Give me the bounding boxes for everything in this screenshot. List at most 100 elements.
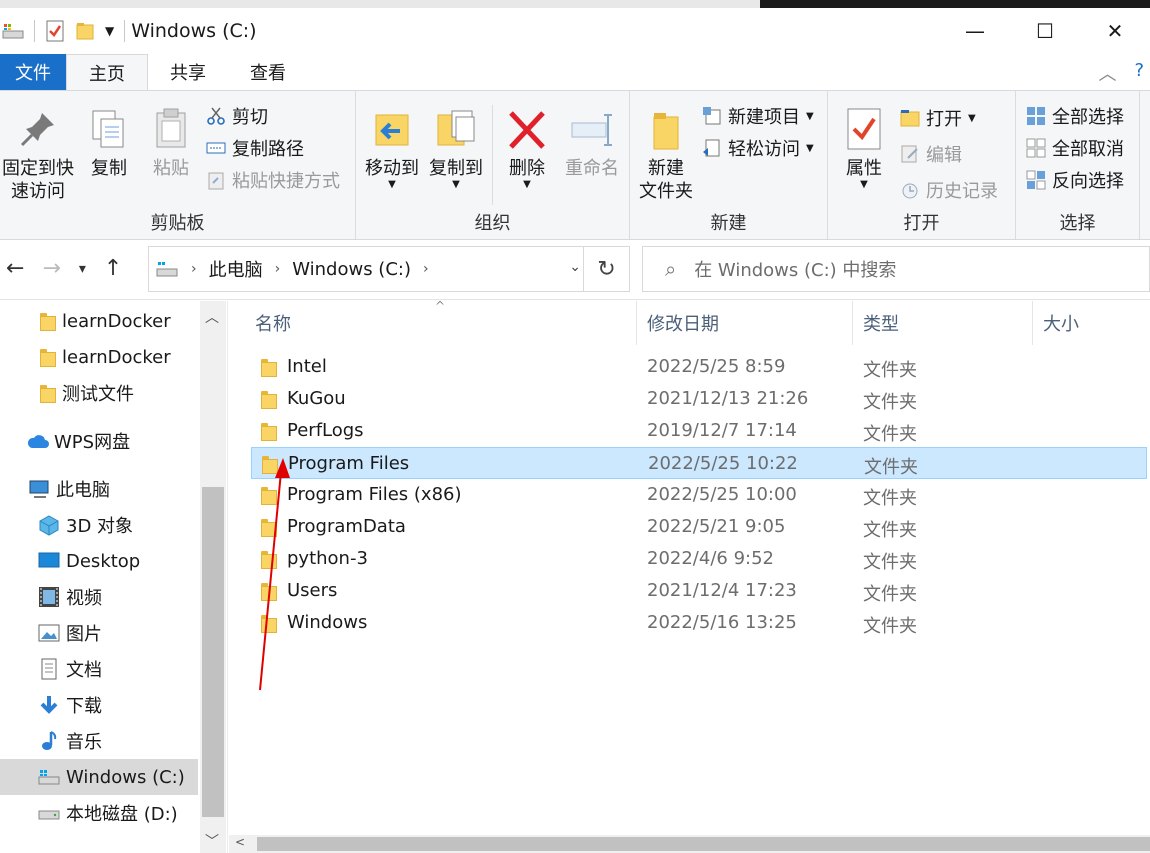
nav-item-videos[interactable]: 视频 — [0, 579, 102, 615]
table-row-selected[interactable]: Program Files 2022/5/25 10:22 文件夹 — [251, 447, 1147, 479]
open-button[interactable]: 打开 ▼ — [900, 105, 976, 131]
nav-item-learndocker-2[interactable]: learnDocker — [0, 339, 171, 375]
new-folder-button[interactable]: 新建 文件夹 — [634, 107, 698, 203]
recent-locations-chevron-icon[interactable]: ▾ — [79, 256, 86, 281]
folder-icon — [261, 391, 277, 409]
nav-item-this-pc[interactable]: 此电脑 — [0, 471, 110, 507]
tab-file[interactable]: 文件 — [0, 54, 66, 90]
forward-arrow-icon[interactable]: → — [42, 256, 60, 281]
file-date: 2022/5/25 10:22 — [648, 453, 798, 474]
folder-icon — [261, 423, 277, 441]
scroll-down-icon[interactable]: ﹀ — [205, 831, 219, 851]
rename-button[interactable]: 重命名 — [560, 107, 624, 180]
nav-item-label: WPS网盘 — [54, 432, 131, 453]
file-name: KuGou — [287, 388, 346, 409]
breadcrumb-windows-c[interactable]: Windows (C:) — [292, 259, 411, 280]
tab-home[interactable]: 主页 — [66, 54, 148, 90]
select-none-button[interactable]: 全部取消 — [1026, 135, 1124, 161]
help-icon[interactable]: ? — [1134, 60, 1144, 86]
easy-access-label: 轻松访问 — [728, 139, 800, 160]
qat-customize-dropdown[interactable]: ▼ — [105, 24, 114, 38]
nav-item-music[interactable]: 音乐 — [0, 723, 102, 759]
paste-button[interactable]: 粘贴 — [146, 107, 196, 180]
column-header-name[interactable]: ^ 名称 — [229, 299, 637, 345]
nav-item-label: 本地磁盘 (D:) — [66, 804, 178, 825]
tab-share[interactable]: 共享 — [148, 54, 228, 90]
column-header-size[interactable]: 大小 — [1033, 301, 1150, 345]
nav-item-windows-c[interactable]: Windows (C:) — [0, 759, 198, 795]
table-row[interactable]: Windows 2022/5/16 13:25 文件夹 — [251, 607, 1147, 639]
nav-item-3d-objects[interactable]: 3D 对象 — [0, 507, 133, 543]
background-window-dark — [760, 0, 1150, 8]
tab-view[interactable]: 查看 — [228, 54, 308, 90]
refresh-icon: ↻ — [597, 256, 616, 282]
nav-item-pictures[interactable]: 图片 — [0, 615, 102, 651]
new-folder-icon[interactable] — [75, 21, 95, 41]
select-all-button[interactable]: 全部选择 — [1026, 103, 1124, 129]
nav-item-test-files[interactable]: 测试文件 — [0, 375, 134, 411]
table-row[interactable]: python-3 2022/4/6 9:52 文件夹 — [251, 543, 1147, 575]
search-box[interactable]: ⌕ 在 Windows (C:) 中搜索 — [642, 246, 1150, 292]
properties-button[interactable]: 属性 ▼ — [836, 107, 892, 190]
breadcrumb-chevron-icon[interactable]: › — [275, 261, 281, 277]
properties-icon[interactable] — [45, 20, 65, 42]
download-icon — [40, 696, 58, 714]
new-item-button[interactable]: 新建项目 ▼ — [702, 103, 814, 129]
copy-path-button[interactable]: 复制路径 — [206, 135, 304, 161]
table-row[interactable]: Program Files (x86) 2022/5/25 10:00 文件夹 — [251, 479, 1147, 511]
scissors-icon — [206, 106, 226, 126]
breadcrumb-chevron-icon[interactable]: › — [191, 261, 197, 277]
open-group-label: 打开 — [903, 213, 940, 234]
new-item-icon — [702, 106, 722, 126]
close-button[interactable]: ✕ — [1080, 8, 1150, 54]
nav-item-learndocker[interactable]: learnDocker — [0, 303, 171, 339]
breadcrumb-chevron-icon[interactable]: › — [423, 261, 429, 277]
delete-button[interactable]: 删除 ▼ — [502, 107, 552, 190]
breadcrumb-this-pc[interactable]: 此电脑 — [209, 256, 263, 282]
table-row[interactable]: ProgramData 2022/5/21 9:05 文件夹 — [251, 511, 1147, 543]
minimize-button[interactable]: — — [940, 8, 1010, 54]
paste-shortcut-button[interactable]: 粘贴快捷方式 — [206, 167, 340, 193]
nav-item-downloads[interactable]: 下载 — [0, 687, 102, 723]
nav-item-label: 此电脑 — [56, 480, 110, 501]
back-arrow-icon[interactable]: ← — [6, 256, 24, 281]
scrollbar-thumb[interactable] — [202, 487, 224, 817]
copy-button[interactable]: 复制 — [84, 107, 134, 180]
easy-access-button[interactable]: 轻松访问 ▼ — [702, 135, 814, 161]
edit-button[interactable]: 编辑 — [900, 141, 962, 167]
copy-to-icon — [434, 107, 478, 153]
minimize-ribbon-icon[interactable]: ︿ — [1098, 60, 1116, 86]
nav-pane-scrollbar[interactable]: ︿ ﹀ — [200, 301, 226, 853]
history-label: 历史记录 — [926, 181, 998, 202]
drive-icon — [38, 770, 60, 785]
delete-dropdown-icon: ▼ — [523, 179, 531, 190]
nav-item-local-disk-d[interactable]: 本地磁盘 (D:) — [0, 795, 178, 831]
nav-item-wps-cloud[interactable]: WPS网盘 — [0, 423, 130, 459]
address-dropdown-icon[interactable]: ⌄ — [569, 259, 581, 275]
file-name: ProgramData — [287, 516, 406, 537]
nav-item-documents[interactable]: 文档 — [0, 651, 102, 687]
scrollbar-thumb[interactable] — [257, 837, 1150, 851]
move-to-button[interactable]: 移动到 ▼ — [362, 107, 422, 190]
up-arrow-icon[interactable]: ↑ — [104, 256, 122, 281]
maximize-button[interactable]: ☐ — [1010, 8, 1080, 54]
column-header-date[interactable]: 修改日期 — [637, 301, 853, 345]
scroll-left-icon[interactable]: < — [235, 835, 245, 849]
invert-selection-button[interactable]: 反向选择 — [1026, 167, 1124, 193]
column-header-type[interactable]: 类型 — [853, 301, 1033, 345]
scroll-up-icon[interactable]: ︿ — [205, 307, 219, 327]
table-row[interactable]: PerfLogs 2019/12/7 17:14 文件夹 — [251, 415, 1147, 447]
table-row[interactable]: Intel 2022/5/25 8:59 文件夹 — [251, 351, 1147, 383]
horizontal-scrollbar[interactable]: < — [229, 835, 1150, 853]
nav-item-desktop[interactable]: Desktop — [0, 543, 140, 579]
address-bar[interactable]: › 此电脑 › Windows (C:) › ⌄ ↻ — [148, 246, 630, 292]
pin-to-quick-access-button[interactable]: 固定到快 速访问 — [0, 107, 76, 203]
cut-button[interactable]: 剪切 — [206, 103, 268, 129]
table-row[interactable]: KuGou 2021/12/13 21:26 文件夹 — [251, 383, 1147, 415]
refresh-button[interactable]: ↻ — [583, 247, 629, 291]
select-group: 全部选择 全部取消 反向选择 选择 — [1016, 91, 1140, 239]
history-button[interactable]: 历史记录 — [900, 177, 998, 203]
nav-buttons: ← → ▾ ↑ — [6, 256, 122, 281]
copy-to-button[interactable]: 复制到 ▼ — [426, 107, 486, 190]
table-row[interactable]: Users 2021/12/4 17:23 文件夹 — [251, 575, 1147, 607]
